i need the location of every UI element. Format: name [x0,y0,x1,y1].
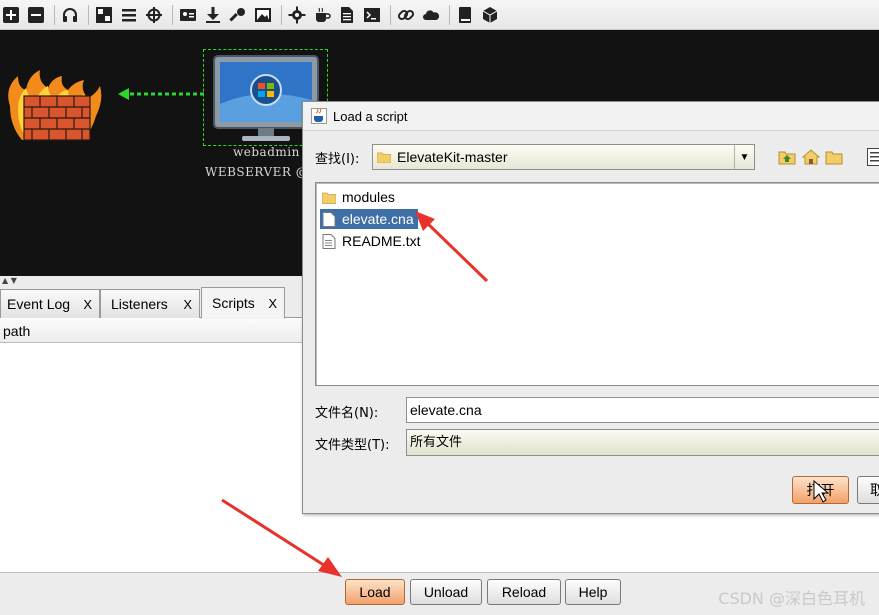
target-icon[interactable] [143,4,165,26]
unload-button[interactable]: Unload [410,579,482,605]
cancel-button-label: 取 [870,482,879,498]
cancel-button[interactable]: 取 [857,476,879,504]
file-name: modules [342,189,395,205]
tab-listeners[interactable]: Listeners X [100,289,200,318]
plus-icon[interactable] [0,4,22,26]
watermark: CSDN @深白色耳机 [718,589,865,608]
main-toolbar [0,0,879,30]
firewall-icon[interactable] [4,66,112,148]
toolbar-separator [281,4,282,25]
toolbar-separator [54,4,55,25]
settings-icon[interactable] [286,4,308,26]
book-icon[interactable] [454,4,476,26]
file-name-input[interactable]: elevate.cna [406,397,879,423]
file-icon [322,211,336,227]
file-type-label: 文件类型(T): [315,438,390,453]
look-in-value: ElevateKit-master [397,149,508,165]
file-name: elevate.cna [342,211,414,227]
coffee-icon[interactable] [311,4,333,26]
reload-button[interactable]: Reload [487,579,561,605]
cloud-icon[interactable] [420,4,442,26]
close-icon[interactable]: X [268,296,277,311]
dialog-titlebar[interactable]: Load a script [303,102,879,131]
up-folder-icon[interactable] [778,149,796,165]
key-icon[interactable] [227,4,249,26]
list-item[interactable]: modules [320,187,399,207]
open-button-label: 打开 [806,482,835,498]
folder-icon [377,152,391,163]
screenshot-icon[interactable] [252,4,274,26]
list-view-icon[interactable] [867,148,879,166]
minus-icon[interactable] [25,4,47,26]
file-list[interactable]: modules elevate.cna README.txt [315,182,879,386]
chevron-down-icon[interactable]: ▼ [734,145,754,169]
credentials-icon[interactable] [177,4,199,26]
look-in-dropdown[interactable]: ElevateKit-master ▼ [372,144,755,170]
tab-label: Event Log [7,296,71,312]
pivot-graph-icon[interactable] [93,4,115,26]
folder-icon [322,192,336,204]
console-icon[interactable] [361,4,383,26]
download-icon[interactable] [202,4,224,26]
file-name-label: 文件名(N): [315,406,379,421]
text-file-icon [322,233,336,249]
close-icon[interactable]: X [83,297,92,312]
dialog-title: Load a script [333,108,408,124]
open-button[interactable]: 打开 [792,476,849,504]
tab-event-log[interactable]: Event Log X [0,289,100,318]
list-item[interactable]: README.txt [320,231,425,251]
list-item-selected[interactable]: elevate.cna [320,209,418,229]
toolbar-separator [449,4,450,25]
headphones-icon[interactable] [59,4,81,26]
tab-label: Scripts [212,295,255,311]
link-icon[interactable] [395,4,417,26]
help-button[interactable]: Help [565,579,621,605]
new-folder-icon[interactable] [825,149,843,165]
java-icon [311,108,327,124]
close-icon[interactable]: X [183,297,192,312]
toolbar-separator [88,4,89,25]
load-script-dialog: Load a script 查找(I): ElevateKit-master ▼… [302,101,879,514]
look-in-label: 查找(I): [315,152,360,167]
toolbar-separator [390,4,391,25]
list-icon[interactable] [118,4,140,26]
file-name: README.txt [342,233,421,249]
tab-scripts[interactable]: Scripts X [201,287,285,319]
tab-label: Listeners [111,296,168,312]
document-icon[interactable] [336,4,358,26]
column-header-path[interactable]: path [3,323,30,339]
toolbar-separator [172,4,173,25]
cube-icon[interactable] [479,4,501,26]
file-type-dropdown[interactable]: 所有文件 [406,429,879,456]
host-username: webadmin [233,145,300,159]
pivot-link-arrow [118,88,204,100]
load-button[interactable]: Load [345,579,405,605]
home-icon[interactable] [802,149,820,165]
